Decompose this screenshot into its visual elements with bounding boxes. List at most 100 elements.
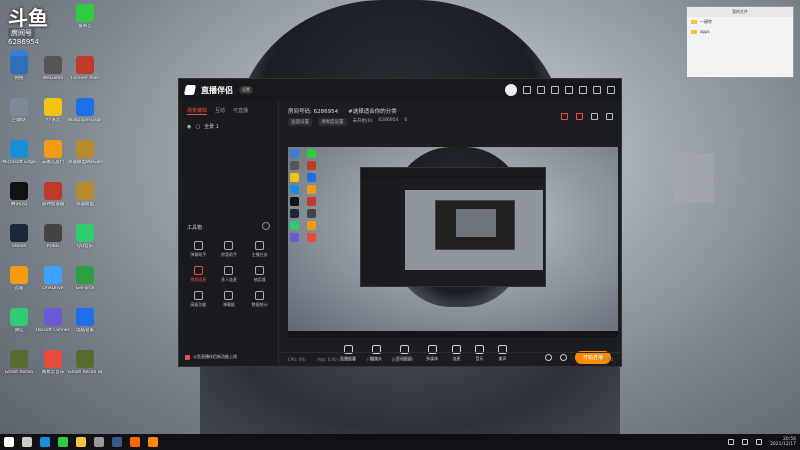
desktop-app-icon (76, 4, 94, 22)
desktop-icon[interactable]: 电脑管家 (68, 308, 102, 333)
desktop-icon[interactable]: Ghost Recon Breakpoint (68, 350, 102, 375)
desktop-icon[interactable]: Ghost Recon (2, 350, 36, 375)
taskbar-explorer-icon[interactable] (76, 437, 86, 447)
desktop-app-icon (44, 98, 62, 116)
desktop-icon[interactable]: 去哪儿旅行 (36, 140, 70, 165)
tool-item[interactable]: 主播任务 (244, 241, 275, 258)
desktop-icon[interactable]: 腾讯QQ (2, 182, 36, 207)
tool-item[interactable]: 数据统计 (244, 291, 275, 308)
taskbar-steam-icon[interactable] (112, 437, 122, 447)
tool-label: 弹幕姬 (222, 302, 235, 307)
desktop-icon-label: Microsoft Edge (2, 160, 36, 165)
desktop-icon[interactable]: WeGame (36, 56, 70, 81)
mini-row-label: 一键转 (700, 19, 712, 24)
tab-interact[interactable]: 互动 (215, 107, 225, 115)
desktop-icon-label: Ubisoft Connect (36, 328, 70, 333)
preview-icon (306, 233, 316, 242)
taskbar-douyu-icon[interactable] (148, 437, 158, 447)
mini-row[interactable]: apps (687, 27, 793, 36)
tool-item[interactable]: 弹幕姬 (214, 291, 245, 308)
desktop-icon[interactable]: OneDrive (36, 266, 70, 291)
desktop-icon[interactable]: Ubisoft Connect (36, 308, 70, 333)
preview-icon (290, 233, 299, 242)
tab-live[interactable]: 可直播 (233, 107, 248, 115)
tool-item[interactable]: 抽奖器 (244, 266, 275, 283)
maximize-icon[interactable] (593, 86, 601, 94)
minimize-icon[interactable] (579, 86, 587, 94)
mini-explorer-window: 我的文件 一键转 apps (686, 6, 794, 78)
desktop-app-icon (44, 266, 62, 284)
tool-item[interactable]: 房管助手 (214, 241, 245, 258)
live-preview[interactable] (288, 147, 618, 331)
quality-setting-pill[interactable]: 清晰度设置 (318, 118, 347, 126)
preview-icon (290, 209, 299, 218)
lock-icon[interactable] (561, 113, 568, 120)
sidebar-notice[interactable]: 斗鱼直播伴侣新功能上线 (185, 354, 237, 360)
user-avatar[interactable] (505, 84, 517, 96)
desktop-icon[interactable]: YY语音 (36, 98, 70, 123)
version-badge[interactable]: 设置 (239, 86, 253, 94)
preview-icon (306, 149, 316, 158)
gift-icon[interactable] (537, 86, 545, 94)
desktop-icon[interactable]: 迅雷 (2, 266, 36, 291)
taskbar-search-icon[interactable] (22, 437, 32, 447)
desktop-icon[interactable]: WallpaperEngine (68, 98, 102, 123)
lock-icon[interactable] (576, 113, 583, 120)
picture-setting-pill[interactable]: 画面设置 (288, 118, 312, 126)
preview-desktop-icons (290, 149, 320, 242)
desktop-icon[interactable]: Forever Plan (68, 56, 102, 81)
desktop-icon[interactable]: 雷神加速器 (36, 182, 70, 207)
taskbar-clock[interactable]: 20:56 2021/12/17 (770, 437, 796, 447)
settings-icon[interactable] (551, 86, 559, 94)
desktop-icon-label: QQ音乐 (76, 244, 94, 249)
tools-help-icon[interactable] (262, 222, 270, 230)
tool-item[interactable]: 弹幕助手 (183, 241, 214, 258)
taskbar-edge-icon[interactable] (40, 437, 50, 447)
add-icon[interactable] (591, 113, 598, 120)
tool-icon (255, 241, 265, 250)
tool-icon (193, 291, 203, 300)
tab-scene-edit[interactable]: 场景编辑 (187, 107, 208, 115)
desktop-icon[interactable]: 微信 (2, 308, 36, 333)
side-thumbnail (674, 153, 714, 203)
lock-icon[interactable]: ▢ (195, 124, 200, 130)
desktop-icon[interactable]: GeForce (68, 266, 102, 291)
desktop-icon[interactable]: 回收站 (2, 98, 36, 123)
desktop-icon-label: 爱奇艺 (78, 24, 92, 29)
desktop-icon[interactable]: PUBG (36, 224, 70, 249)
desktop-icon[interactable]: Steam (2, 224, 36, 249)
desktop-icon-label: 网络 (14, 76, 24, 81)
tool-item[interactable]: 视频连麦 (183, 266, 214, 283)
taskbar-chrome-icon[interactable] (58, 437, 68, 447)
desktop-icon-label: 电脑管家 (76, 328, 94, 333)
tool-icon (224, 291, 234, 300)
tool-item[interactable]: 高级功能 (183, 291, 214, 308)
menu-icon[interactable] (565, 86, 573, 94)
message-icon[interactable] (523, 86, 531, 94)
ime-icon[interactable] (756, 439, 763, 445)
nested-titlebar (361, 168, 545, 178)
desktop-icon[interactable]: QQ音乐 (68, 224, 102, 249)
tool-icon (255, 266, 265, 275)
desktop-icon[interactable]: 网易云音乐 (36, 350, 70, 375)
desktop-icon[interactable]: 爱奇艺 (68, 4, 102, 29)
tool-label: 多人连麦 (220, 277, 237, 282)
tool-item[interactable]: 多人连麦 (214, 266, 245, 283)
desktop-icon[interactable]: 网络 (2, 56, 36, 81)
desktop-icon[interactable]: 英雄联盟WeGame版 (68, 140, 102, 165)
network-icon[interactable] (728, 439, 735, 445)
share-icon[interactable] (606, 113, 613, 120)
taskbar-wegame-icon[interactable] (94, 437, 104, 447)
close-icon[interactable] (607, 86, 615, 94)
app-logo-icon (183, 85, 197, 95)
desktop-app-icon (10, 266, 28, 284)
desktop-icon[interactable]: 英雄联盟 (68, 182, 102, 207)
scene-row[interactable]: ◉ ▢ 全景 1 (179, 119, 278, 134)
taskbar-browser2-icon[interactable] (130, 437, 140, 447)
room-category[interactable]: #选择适合你的分类 (348, 107, 397, 115)
mini-row[interactable]: 一键转 (687, 17, 793, 27)
eye-icon[interactable]: ◉ (187, 124, 191, 130)
taskbar-start-icon[interactable] (4, 437, 14, 447)
desktop-icon[interactable]: Microsoft Edge (2, 140, 36, 165)
volume-icon[interactable] (742, 439, 749, 445)
